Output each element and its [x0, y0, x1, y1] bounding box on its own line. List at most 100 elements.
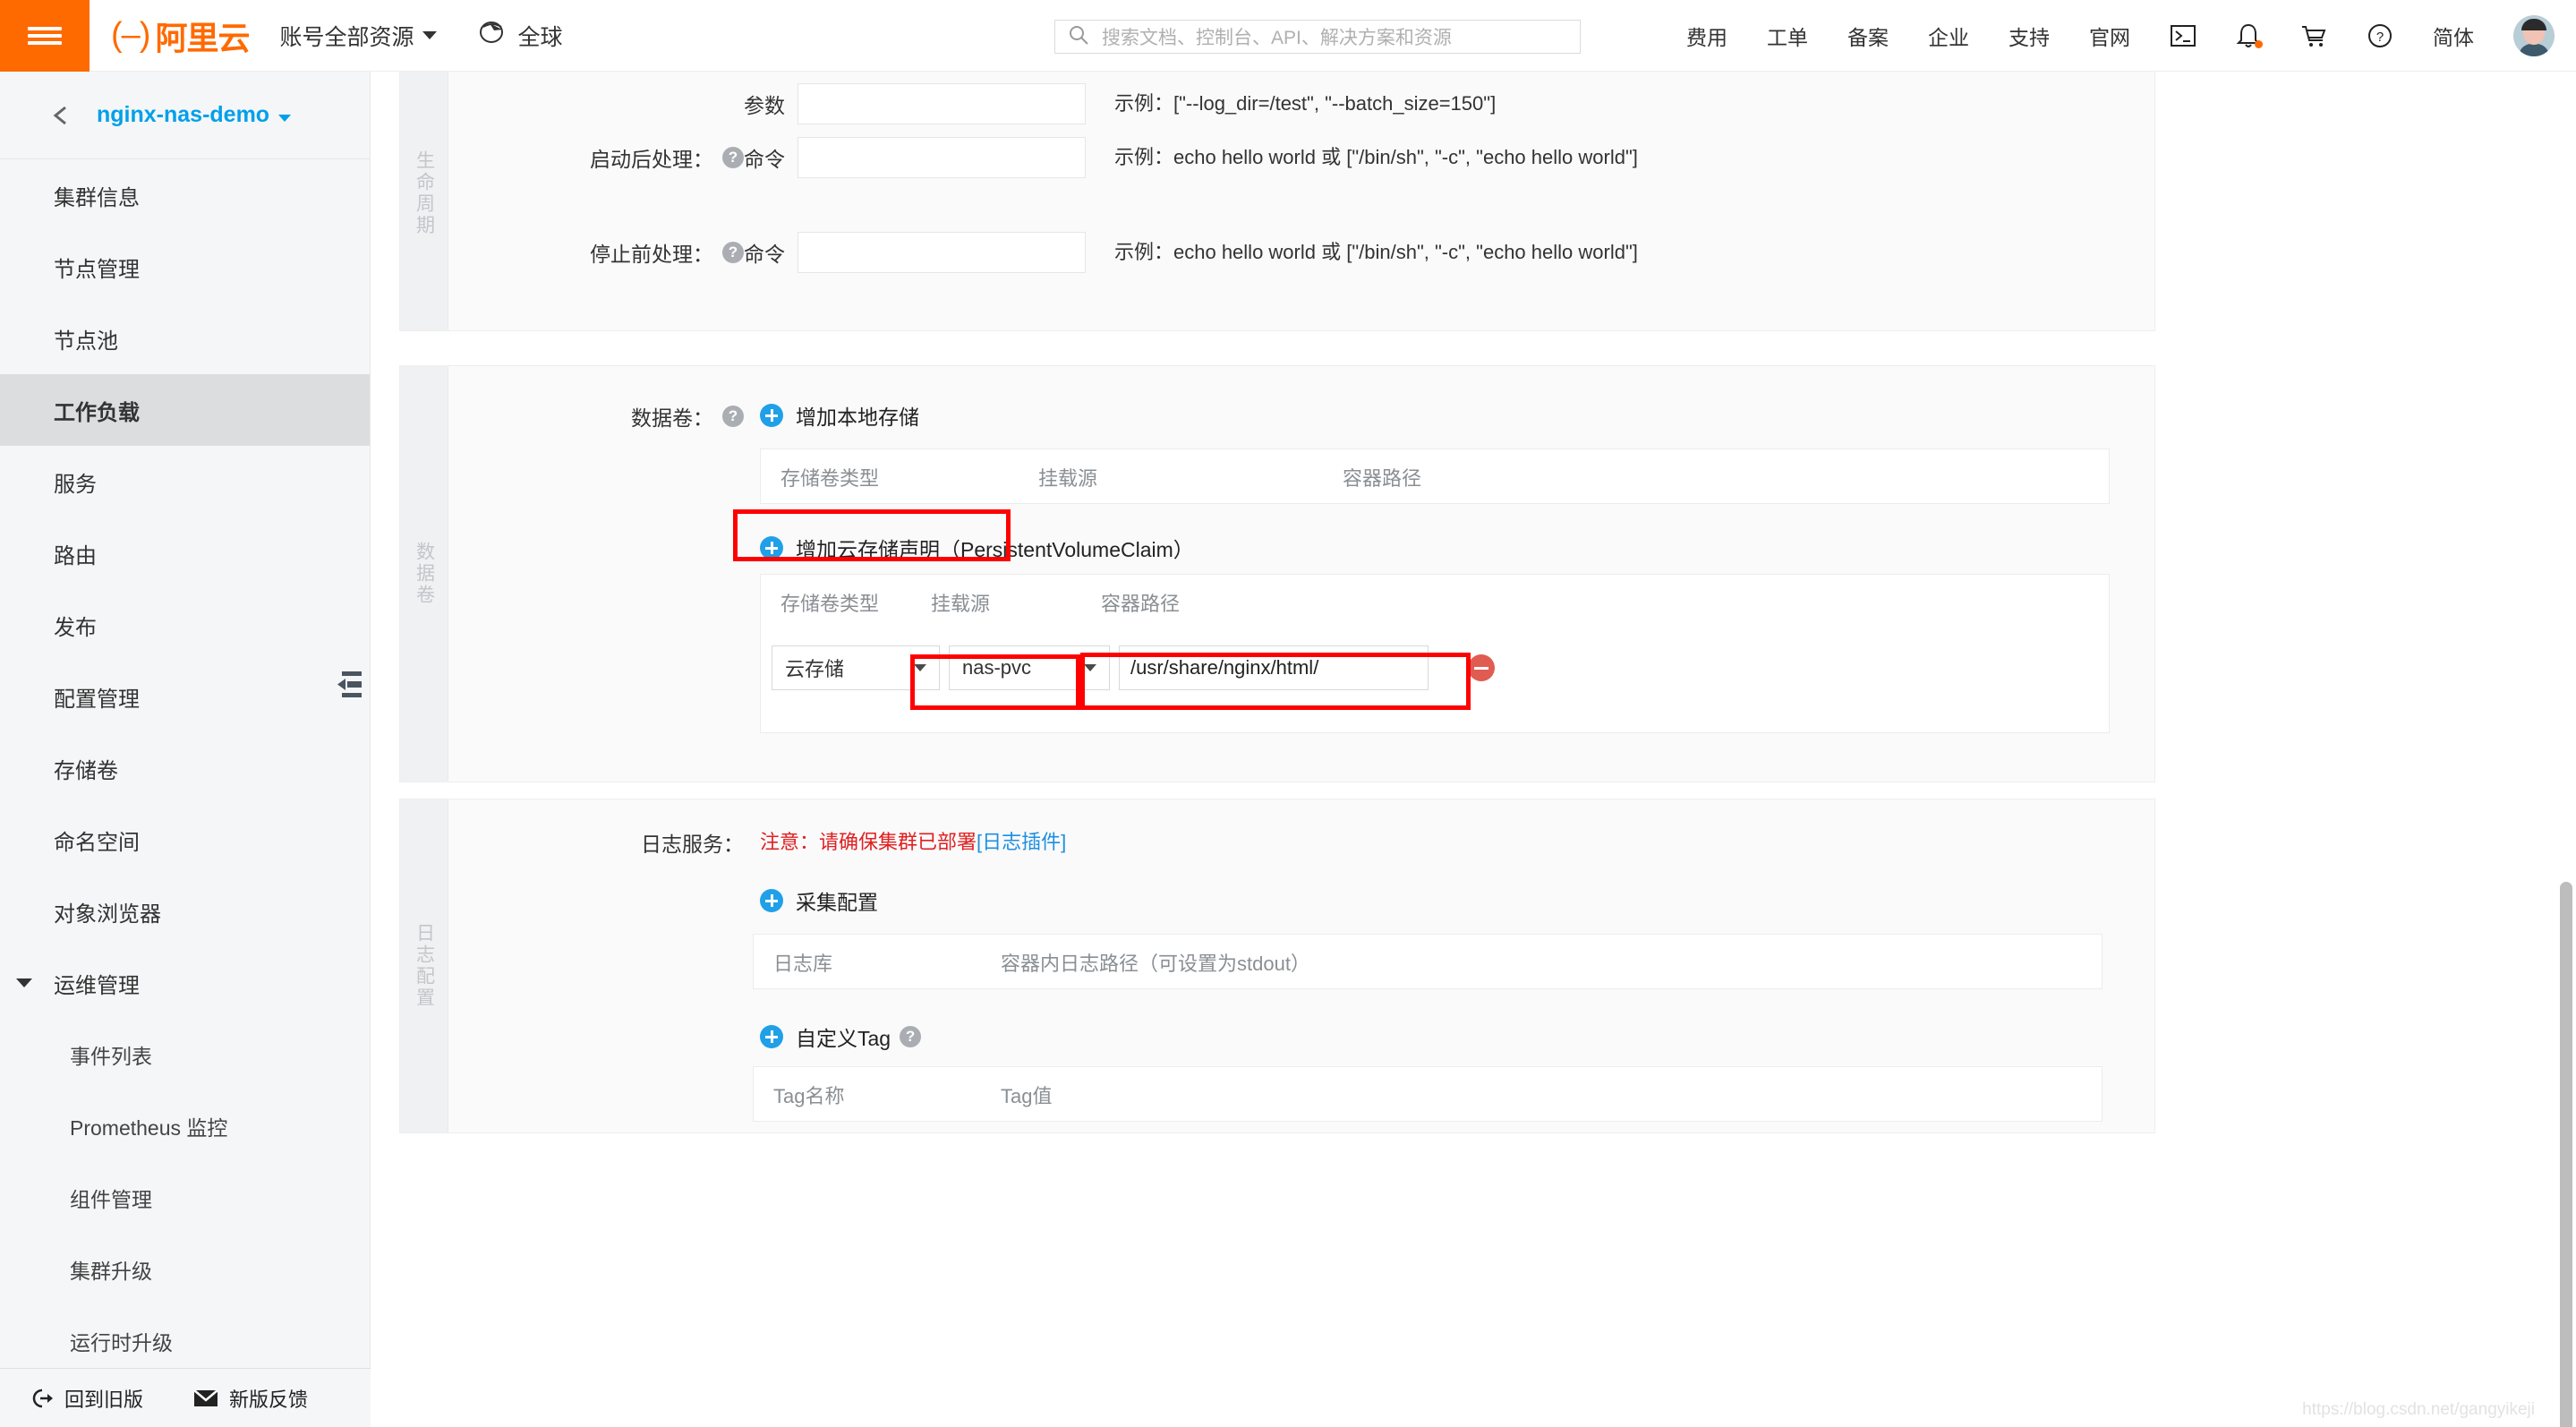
bell-icon[interactable]	[2216, 22, 2281, 49]
plus-circle-icon	[760, 536, 783, 560]
prestop-command-input[interactable]	[798, 232, 1086, 273]
sidebar-item-9[interactable]: 命名空间	[0, 804, 370, 876]
sidebar-item-12[interactable]: 事件列表	[0, 1019, 370, 1090]
volume-vertical-tab-label: 数据卷	[414, 542, 435, 606]
remove-volume-button[interactable]	[1468, 654, 1495, 681]
args-input[interactable]	[798, 83, 1086, 124]
lifecycle-panel: 生命周期 参数 示例：["--log_dir=/test", "--batch_…	[399, 72, 2155, 331]
add-collect-config-button[interactable]: 采集配置	[760, 885, 878, 916]
header-link-tickets[interactable]: 工单	[1747, 21, 1828, 51]
header-link-website[interactable]: 官网	[2069, 21, 2150, 51]
container-path-input[interactable]: /usr/share/nginx/html/	[1119, 645, 1429, 690]
volume-vertical-tab[interactable]: 数据卷	[400, 366, 448, 782]
poststart-help-icon[interactable]: ?	[722, 147, 744, 168]
header-link-support[interactable]: 支持	[1989, 21, 2069, 51]
log-plugin-link[interactable]: [日志插件]	[977, 831, 1066, 853]
header-actions: 费用 工单 备案 企业 支持 官网 ? 简体	[1667, 0, 2558, 72]
svg-text:?: ?	[2376, 30, 2384, 45]
sidebar-item-11[interactable]: 运维管理	[0, 947, 370, 1019]
cart-icon[interactable]	[2281, 22, 2347, 49]
header-link-icp[interactable]: 备案	[1828, 21, 1908, 51]
pvc-table-row: 云存储 nas-pvc /usr/share/nginx/html/	[761, 630, 2109, 705]
custom-tag-help-icon[interactable]: ?	[900, 1026, 922, 1047]
sidebar-item-10[interactable]: 对象浏览器	[0, 876, 370, 947]
volume-type-select-value: 云存储	[785, 658, 845, 680]
sidebar-item-1[interactable]: 节点管理	[0, 231, 370, 303]
sidebar-nav-list: 集群信息节点管理节点池 工作负载 服务 路由发布配置管理存储卷命名空间 对象浏览器 运维管…	[0, 159, 370, 1377]
lifecycle-args-row: 参数 示例：["--log_dir=/test", "--batch_size=…	[448, 83, 2154, 124]
help-circle-icon[interactable]: ?	[2347, 22, 2413, 49]
sidebar-item-13[interactable]: Prometheus 监控	[0, 1090, 370, 1162]
cluster-selector[interactable]: nginx-nas-demo	[97, 102, 292, 128]
terminal-icon[interactable]	[2150, 22, 2216, 49]
log-vertical-tab[interactable]: 日志配置	[400, 799, 448, 1132]
sidebar-item-2[interactable]: 节点池	[0, 303, 370, 374]
sidebar-collapse-icon[interactable]	[336, 670, 363, 700]
cluster-name-label: nginx-nas-demo	[97, 102, 270, 127]
chevron-down-icon	[1084, 664, 1096, 671]
main-scrollbar-thumb[interactable]	[2560, 882, 2572, 1427]
add-pvc-button[interactable]: 增加云存储声明（PersistentVolumeClaim）	[760, 533, 1194, 563]
mount-source-select-value: nas-pvc	[962, 656, 1032, 679]
custom-tag-table: Tag名称 Tag值	[753, 1066, 2103, 1122]
volume-label-text: 数据卷：	[631, 406, 713, 430]
hamburger-menu-icon[interactable]	[0, 0, 90, 72]
aliyun-logo[interactable]: (–) 阿里云	[111, 13, 250, 59]
volume-row-label: 数据卷： ?	[448, 398, 744, 434]
poststart-command-input[interactable]	[798, 137, 1086, 178]
add-local-storage-button[interactable]: 增加本地存储	[760, 400, 919, 431]
feedback-button[interactable]: 新版反馈	[193, 1384, 308, 1413]
sidebar-item-label: 节点管理	[54, 257, 140, 282]
args-hint: 示例：["--log_dir=/test", "--batch_size=150…	[1114, 92, 1497, 115]
volume-type-select[interactable]: 云存储	[772, 645, 940, 690]
chevron-down-icon	[914, 664, 926, 671]
header-link-fees[interactable]: 费用	[1667, 21, 1747, 51]
language-selector[interactable]: 简体	[2413, 21, 2494, 51]
lifecycle-panel-body: 参数 示例：["--log_dir=/test", "--batch_size=…	[448, 72, 2154, 330]
sidebar-item-3[interactable]: 工作负载	[0, 374, 370, 446]
lifecycle-vertical-tab[interactable]: 生命周期	[400, 72, 448, 330]
plus-circle-icon	[760, 1025, 783, 1048]
global-search-box[interactable]: 搜索文档、控制台、API、解决方案和资源	[1054, 20, 1581, 54]
avatar[interactable]	[2513, 15, 2555, 56]
back-chevron-icon[interactable]	[50, 104, 73, 127]
aliyun-logo-text: 阿里云	[155, 19, 250, 56]
sidebar-item-label: 存储卷	[54, 758, 118, 783]
sidebar-item-16[interactable]: 运行时升级	[0, 1305, 370, 1377]
sidebar-item-label: 运行时升级	[70, 1331, 173, 1354]
add-custom-tag-label: 自定义Tag	[796, 1027, 891, 1050]
region-selector[interactable]: 全球	[478, 19, 563, 52]
sidebar-item-15[interactable]: 集群升级	[0, 1234, 370, 1305]
sidebar-item-5[interactable]: 路由	[0, 517, 370, 589]
header-link-enterprise[interactable]: 企业	[1908, 21, 1989, 51]
log-panel-body: 日志服务： 注意：请确保集群已部署[日志插件] 采集配置 日志库 容器内日志路径…	[448, 799, 2154, 1132]
sidebar-item-label: 发布	[54, 615, 97, 640]
plus-circle-icon	[760, 889, 783, 912]
col-log-path: 容器内日志路径（可设置为stdout）	[1001, 953, 1310, 975]
sidebar-item-14[interactable]: 组件管理	[0, 1162, 370, 1234]
sidebar-item-0[interactable]: 集群信息	[0, 159, 370, 231]
col-container-path: 容器路径	[1101, 593, 1181, 615]
logout-icon	[30, 1388, 54, 1409]
log-vertical-tab-label: 日志配置	[414, 923, 435, 1009]
sidebar-footer: 回到旧版 新版反馈	[0, 1368, 371, 1427]
poststart-hint: 示例：echo hello world 或 ["/bin/sh", "-c", …	[1114, 146, 1638, 168]
pvc-table-header: 存储卷类型 挂载源 容器路径	[761, 575, 2109, 630]
main-content: 生命周期 参数 示例：["--log_dir=/test", "--batch_…	[371, 72, 2576, 1427]
back-to-old-version-button[interactable]: 回到旧版	[30, 1384, 143, 1413]
sidebar-item-label: Prometheus 监控	[70, 1116, 228, 1140]
hamburger-bar	[28, 26, 62, 30]
lifecycle-args-row-label	[448, 83, 744, 124]
sidebar-item-8[interactable]: 存储卷	[0, 732, 370, 804]
sidebar-item-4[interactable]: 服务	[0, 446, 370, 517]
mount-source-select[interactable]: nas-pvc	[949, 645, 1110, 690]
prestop-help-icon[interactable]: ?	[722, 242, 744, 263]
resource-scope-selector[interactable]: 账号全部资源	[279, 20, 438, 52]
custom-tag-table-header: Tag名称 Tag值	[754, 1067, 2102, 1123]
prestop-row-label: 停止前处理： ?	[448, 232, 744, 273]
volume-help-icon[interactable]: ?	[722, 406, 744, 427]
add-custom-tag-button[interactable]: 自定义Tag ?	[760, 1021, 922, 1052]
poststart-field-label: 命令	[744, 148, 785, 171]
sidebar-item-7[interactable]: 配置管理	[0, 661, 370, 732]
sidebar-item-6[interactable]: 发布	[0, 589, 370, 661]
